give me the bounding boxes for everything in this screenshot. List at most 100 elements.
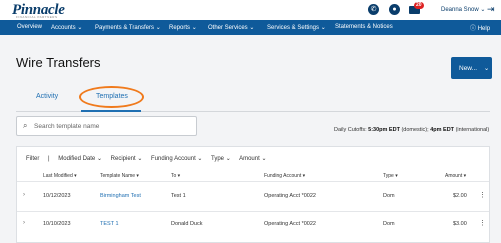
notification-badge: 20: [414, 2, 424, 9]
chevron-down-icon: ⌄: [96, 156, 102, 162]
sort-icon: ▾: [74, 173, 77, 179]
template-name-link[interactable]: Birmingham Test: [100, 193, 141, 199]
cell-to: Test 1: [171, 193, 186, 199]
brand-tagline: FINANCIAL PARTNERS: [16, 15, 58, 19]
sort-icon: ▾: [177, 173, 181, 179]
international-cutoff-label: (international): [455, 127, 490, 133]
expand-row-icon[interactable]: ›: [23, 192, 25, 198]
cell-last-modified: 10/10/2023: [43, 221, 71, 227]
search-icon: ⌕: [23, 121, 28, 130]
cell-type: Dom: [383, 221, 395, 227]
row-actions-menu-icon[interactable]: ⋮: [479, 191, 486, 199]
chevron-down-icon: ⌄: [249, 25, 255, 31]
main-nav: Overview Accounts ⌄ Payments & Transfers…: [0, 20, 501, 35]
cell-funding-account: Operating Acct *0022: [264, 221, 316, 227]
help-link[interactable]: ⓘ Help: [470, 23, 490, 32]
filter-bar: Filter | Modified Date ⌄ Recipient ⌄ Fun…: [26, 155, 273, 162]
filter-funding-account-label: Funding Account: [151, 156, 196, 162]
filter-recipient[interactable]: Recipient ⌄: [111, 156, 143, 162]
chevron-down-icon: ⌄: [137, 156, 143, 162]
column-header-label: Funding Account: [264, 173, 302, 179]
filter-divider: |: [48, 156, 50, 162]
row-divider: [17, 211, 489, 212]
international-cutoff-time: 4pm EDT: [430, 127, 455, 133]
header-divider: [17, 181, 489, 182]
column-header-last-modified[interactable]: Last Modified ▾: [43, 173, 77, 179]
phone-icon[interactable]: ✆: [368, 4, 379, 15]
sort-icon: ▾: [136, 173, 139, 179]
filter-modified-date[interactable]: Modified Date ⌄: [58, 156, 102, 162]
chevron-down-icon: ⌄: [77, 25, 83, 31]
filter-label: Filter: [26, 156, 40, 162]
nav-item-reports-label: Reports: [169, 25, 191, 31]
chevron-down-icon: ⌄: [225, 156, 231, 162]
active-tab-indicator: [81, 110, 141, 112]
new-button[interactable]: New... ⌄: [451, 57, 492, 79]
column-header-label: To: [171, 173, 177, 179]
nav-item-statements-notices[interactable]: Statements & Notices: [335, 24, 393, 30]
column-header-to[interactable]: To ▾: [171, 173, 180, 179]
expand-row-icon[interactable]: ›: [23, 220, 25, 226]
help-icon: ⓘ: [470, 26, 477, 32]
filter-amount[interactable]: Amount ⌄: [239, 156, 266, 162]
help-label: Help: [477, 26, 491, 32]
page-title: Wire Transfers: [16, 55, 101, 70]
column-header-type[interactable]: Type ▾: [383, 173, 398, 179]
filter-type-label: Type: [211, 156, 225, 162]
column-header-funding-account[interactable]: Funding Account ▾: [264, 173, 305, 179]
search-box[interactable]: ⌕: [16, 116, 197, 136]
chevron-down-icon: ⌄: [261, 156, 267, 162]
column-header-amount[interactable]: Amount ▾: [445, 173, 466, 179]
nav-item-services-settings-label: Services & Settings: [267, 25, 320, 31]
cell-type: Dom: [383, 193, 395, 199]
tab-activity[interactable]: Activity: [36, 93, 58, 100]
sort-icon: ▾: [302, 173, 306, 179]
user-menu[interactable]: Deanna Snow ⌄: [441, 6, 485, 13]
nav-item-services-settings[interactable]: Services & Settings ⌄: [267, 24, 326, 31]
filter-type[interactable]: Type ⌄: [211, 156, 231, 162]
column-header-label: Amount: [445, 173, 463, 179]
bell-icon[interactable]: ●: [389, 4, 400, 15]
search-input[interactable]: [34, 120, 192, 132]
logout-icon[interactable]: ⇥: [487, 4, 495, 15]
cutoffs-label: Daily Cutoffs:: [334, 127, 367, 133]
nav-item-other-services-label: Other Services: [208, 25, 248, 31]
chevron-down-icon: ⌄: [480, 7, 486, 13]
filter-recipient-label: Recipient: [110, 156, 136, 162]
domestic-cutoff-time: 5:30pm EDT: [368, 127, 400, 133]
chevron-down-icon: ⌄: [197, 156, 203, 162]
sort-icon: ▾: [395, 173, 398, 179]
column-header-label: Type: [383, 173, 394, 179]
nav-item-payments-transfers[interactable]: Payments & Transfers ⌄: [95, 24, 161, 31]
chevron-down-icon: ⌄: [191, 25, 197, 31]
chevron-down-icon: ⌄: [483, 65, 490, 72]
top-bar: Pinnacle FINANCIAL PARTNERS ✆ ● 20 Deann…: [0, 0, 501, 20]
nav-item-overview[interactable]: Overview: [17, 24, 42, 30]
templates-table: Filter | Modified Date ⌄ Recipient ⌄ Fun…: [16, 146, 490, 243]
domestic-cutoff-label: (domestic);: [401, 127, 429, 133]
new-button-label: New...: [459, 65, 478, 72]
highlight-annotation: [79, 86, 144, 108]
filter-modified-date-label: Modified Date: [58, 156, 96, 162]
cell-last-modified: 10/12/2023: [43, 193, 71, 199]
nav-item-reports[interactable]: Reports ⌄: [169, 24, 197, 31]
filter-amount-label: Amount: [239, 156, 260, 162]
sort-icon: ▾: [463, 173, 467, 179]
nav-item-accounts[interactable]: Accounts ⌄: [51, 24, 82, 31]
nav-item-other-services[interactable]: Other Services ⌄: [208, 24, 254, 31]
nav-item-accounts-label: Accounts: [51, 25, 76, 31]
nav-item-payments-transfers-label: Payments & Transfers: [95, 25, 155, 31]
column-header-template-name[interactable]: Template Name ▾: [100, 173, 139, 179]
cell-to: Donald Duck: [171, 221, 203, 227]
cell-amount: $2.00: [453, 193, 467, 199]
cell-amount: $3.00: [453, 221, 467, 227]
template-name-link[interactable]: TEST 1: [100, 221, 119, 227]
cell-funding-account: Operating Acct *0022: [264, 193, 316, 199]
chevron-down-icon: ⌄: [155, 25, 161, 31]
column-header-label: Template Name: [100, 173, 136, 179]
user-name: Deanna Snow: [441, 7, 479, 13]
row-actions-menu-icon[interactable]: ⋮: [479, 219, 486, 227]
chevron-down-icon: ⌄: [320, 25, 326, 31]
column-header-label: Last Modified: [43, 173, 73, 179]
filter-funding-account[interactable]: Funding Account ⌄: [151, 156, 202, 162]
